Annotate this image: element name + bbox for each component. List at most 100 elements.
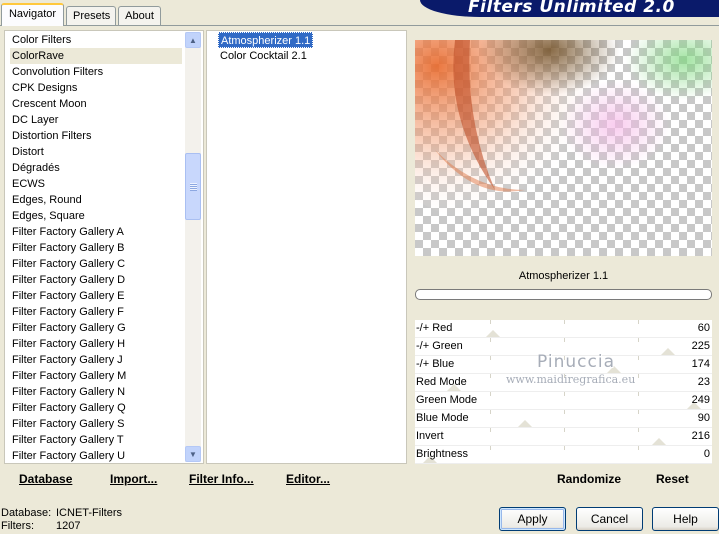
status-database-value: ICNET-Filters	[56, 507, 122, 519]
category-item[interactable]: Filter Factory Gallery D	[10, 272, 182, 288]
slider-thumb[interactable]	[661, 348, 676, 355]
chevron-up-icon: ▲	[189, 35, 197, 45]
slider-thumb[interactable]	[486, 330, 501, 337]
scroll-down-button[interactable]: ▼	[185, 446, 201, 462]
slider-tick	[638, 320, 639, 324]
import-button[interactable]: Import...	[110, 472, 157, 486]
category-item[interactable]: Filter Factory Gallery J	[10, 352, 182, 368]
slider-tick	[490, 338, 491, 342]
category-item[interactable]: Filter Factory Gallery T	[10, 432, 182, 448]
category-item[interactable]: Filter Factory Gallery N	[10, 384, 182, 400]
category-item[interactable]: Filter Factory Gallery G	[10, 320, 182, 336]
scroll-thumb[interactable]	[185, 153, 201, 220]
slider-row[interactable]: Blue Mode 90	[415, 410, 712, 428]
slider-value: 60	[697, 322, 710, 334]
slider-row[interactable]: -/+ Red 60	[415, 320, 712, 338]
watermark-url: www.maidiregrafica.eu	[506, 373, 636, 386]
status-filters-label: Filters:	[1, 520, 34, 532]
chevron-down-icon: ▼	[189, 449, 197, 459]
cancel-button[interactable]: Cancel	[576, 507, 643, 531]
category-item[interactable]: Convolution Filters	[10, 64, 182, 80]
editor-button[interactable]: Editor...	[286, 472, 330, 486]
slider-row[interactable]: Brightness 0	[415, 446, 712, 464]
slider-value: 216	[691, 430, 710, 442]
slider-value: 90	[697, 412, 710, 424]
slider-row[interactable]: Invert 216	[415, 428, 712, 446]
category-list: Color Filters ColorRave Convolution Filter…	[10, 32, 182, 464]
category-item[interactable]: Crescent Moon	[10, 96, 182, 112]
tab-about[interactable]: About	[118, 6, 161, 25]
category-item[interactable]: Filter Factory Gallery Q	[10, 400, 182, 416]
slider-tick	[564, 410, 565, 414]
scroll-up-button[interactable]: ▲	[185, 32, 201, 48]
category-item[interactable]: CPK Designs	[10, 80, 182, 96]
slider-tick	[490, 446, 491, 450]
help-button[interactable]: Help	[652, 507, 719, 531]
category-item[interactable]: Distortion Filters	[10, 128, 182, 144]
preview-title: Atmospherizer 1.1	[518, 270, 609, 282]
slider-value: 174	[691, 358, 710, 370]
slider-label: Brightness	[416, 448, 468, 460]
slider-label: -/+ Blue	[416, 358, 455, 370]
category-item[interactable]: Filter Factory Gallery U	[10, 448, 182, 464]
slider-tick	[490, 428, 491, 432]
slider-label: -/+ Green	[416, 340, 463, 352]
filter-item[interactable]: Atmospherizer 1.1	[218, 32, 314, 48]
slider-tick	[638, 374, 639, 378]
app-logo: Filters Unlimited 2.0	[420, 0, 719, 17]
slider-label: -/+ Red	[416, 322, 453, 334]
slider-value: 23	[697, 376, 710, 388]
category-item[interactable]: Dégradés	[10, 160, 182, 176]
category-item[interactable]: Filter Factory Gallery S	[10, 416, 182, 432]
randomize-button[interactable]: Randomize	[557, 472, 621, 486]
watermark-name: Pinuccia	[537, 352, 615, 372]
category-item[interactable]: Edges, Square	[10, 208, 182, 224]
slider-tick	[638, 392, 639, 396]
category-item[interactable]: Filter Factory Gallery E	[10, 288, 182, 304]
category-item[interactable]: Filter Factory Gallery A	[10, 224, 182, 240]
filter-list: Atmospherizer 1.1 Color Cocktail 2.1	[218, 32, 314, 64]
slider-label: Blue Mode	[416, 412, 469, 424]
slider-tick	[638, 338, 639, 342]
apply-button[interactable]: Apply	[499, 507, 566, 531]
slider-thumb[interactable]	[518, 420, 533, 427]
slider-tick	[490, 320, 491, 324]
category-item[interactable]: Filter Factory Gallery B	[10, 240, 182, 256]
slider-tick	[490, 410, 491, 414]
grip-icon	[189, 182, 197, 191]
slider-row[interactable]: Green Mode 249	[415, 392, 712, 410]
preview-art	[415, 40, 712, 220]
app-title: Filters Unlimited 2.0	[468, 0, 675, 17]
status-filters: Filters: 1207	[1, 520, 80, 532]
category-scrollbar[interactable]: ▲ ▼	[185, 32, 201, 462]
category-item[interactable]: Distort	[10, 144, 182, 160]
category-item[interactable]: ColorRave	[10, 48, 182, 64]
slider-tick	[638, 446, 639, 450]
category-item[interactable]: Filter Factory Gallery C	[10, 256, 182, 272]
slider-thumb[interactable]	[651, 438, 666, 445]
slider-tick	[490, 356, 491, 360]
category-item[interactable]: Filter Factory Gallery F	[10, 304, 182, 320]
slider-value: 225	[691, 340, 710, 352]
category-item[interactable]: Edges, Round	[10, 192, 182, 208]
slider-value: 249	[691, 394, 710, 406]
category-item[interactable]: Filter Factory Gallery H	[10, 336, 182, 352]
database-button[interactable]: Database	[19, 472, 72, 486]
filter-info-button[interactable]: Filter Info...	[189, 472, 254, 486]
tab-presets[interactable]: Presets	[66, 6, 116, 25]
slider-tick	[490, 392, 491, 396]
category-item[interactable]: Color Filters	[10, 32, 182, 48]
reset-button[interactable]: Reset	[656, 472, 689, 486]
slider-label: Red Mode	[416, 376, 467, 388]
status-filters-value: 1207	[56, 520, 81, 532]
slider-tick	[638, 428, 639, 432]
status-database-label: Database:	[1, 507, 52, 519]
slider-tick	[564, 446, 565, 450]
tab-navigator[interactable]: Navigator	[1, 3, 64, 26]
slider-label: Invert	[416, 430, 444, 442]
status-database: Database: ICNET-Filters	[1, 507, 122, 519]
category-item[interactable]: ECWS	[10, 176, 182, 192]
filter-item[interactable]: Color Cocktail 2.1	[218, 48, 309, 64]
category-item[interactable]: DC Layer	[10, 112, 182, 128]
category-item[interactable]: Filter Factory Gallery M	[10, 368, 182, 384]
